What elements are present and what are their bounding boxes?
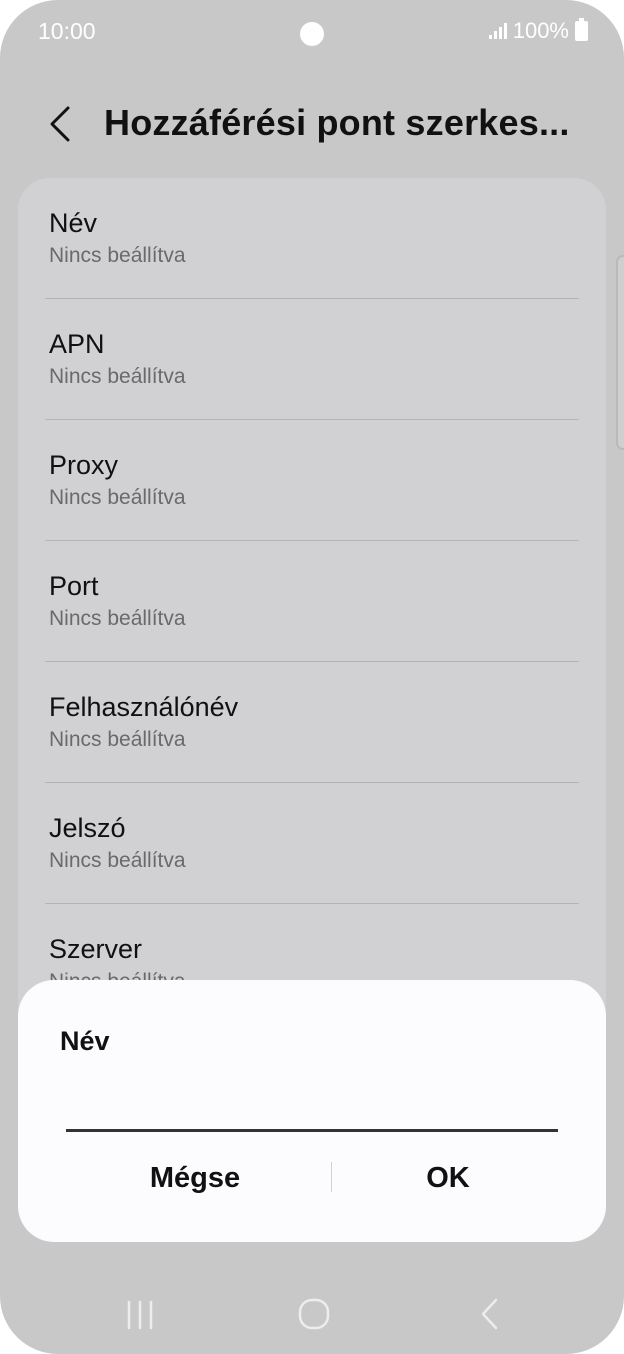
battery-percentage: 100% bbox=[512, 18, 569, 43]
setting-item-username[interactable]: Felhasználónév Nincs beállítva bbox=[18, 662, 606, 783]
setting-title: APN bbox=[49, 329, 105, 359]
status-indicators: 100% bbox=[488, 18, 588, 44]
cancel-button[interactable]: Mégse bbox=[65, 1150, 325, 1206]
name-dialog: Név Mégse OK bbox=[18, 980, 606, 1242]
setting-value: Nincs beállítva bbox=[49, 365, 186, 388]
chevron-left-icon bbox=[50, 106, 70, 142]
setting-value: Nincs beállítva bbox=[49, 244, 186, 267]
setting-value: Nincs beállítva bbox=[49, 486, 186, 509]
home-icon bbox=[298, 1298, 330, 1330]
ok-button[interactable]: OK bbox=[318, 1150, 578, 1206]
setting-item-password[interactable]: Jelszó Nincs beállítva bbox=[18, 783, 606, 904]
status-bar: 10:00 100% bbox=[0, 0, 624, 66]
setting-item-port[interactable]: Port Nincs beállítva bbox=[18, 541, 606, 662]
recents-button[interactable] bbox=[110, 1288, 170, 1340]
phone-screen: 10:00 100% Hozzáférési pont szerkes... N… bbox=[0, 0, 624, 1354]
scrollbar[interactable] bbox=[616, 255, 624, 450]
setting-value: Nincs beállítva bbox=[49, 849, 186, 872]
name-input[interactable] bbox=[66, 1080, 558, 1132]
setting-item-name[interactable]: Név Nincs beállítva bbox=[18, 178, 606, 299]
setting-title: Felhasználónév bbox=[49, 692, 239, 722]
setting-value: Nincs beállítva bbox=[49, 728, 186, 751]
setting-item-proxy[interactable]: Proxy Nincs beállítva bbox=[18, 420, 606, 541]
nav-back-icon bbox=[481, 1298, 498, 1330]
setting-value: Nincs beállítva bbox=[49, 607, 186, 630]
signal-icon bbox=[488, 23, 507, 39]
app-header: Hozzáférési pont szerkes... bbox=[0, 88, 624, 164]
setting-item-apn[interactable]: APN Nincs beállítva bbox=[18, 299, 606, 420]
page-title: Hozzáférési pont szerkes... bbox=[104, 102, 570, 143]
dialog-title: Név bbox=[60, 1026, 110, 1056]
camera-cutout bbox=[300, 22, 324, 46]
nav-back-button[interactable] bbox=[460, 1288, 520, 1340]
setting-title: Szerver bbox=[49, 934, 143, 964]
setting-title: Név bbox=[49, 208, 98, 238]
navigation-bar bbox=[0, 1274, 624, 1354]
setting-title: Proxy bbox=[49, 450, 119, 480]
recents-icon bbox=[127, 1300, 153, 1330]
home-button[interactable] bbox=[284, 1288, 344, 1340]
battery-icon bbox=[575, 18, 588, 41]
back-button[interactable] bbox=[40, 102, 84, 146]
status-time: 10:00 bbox=[38, 18, 96, 44]
setting-title: Jelszó bbox=[49, 813, 126, 843]
setting-title: Port bbox=[49, 571, 99, 601]
